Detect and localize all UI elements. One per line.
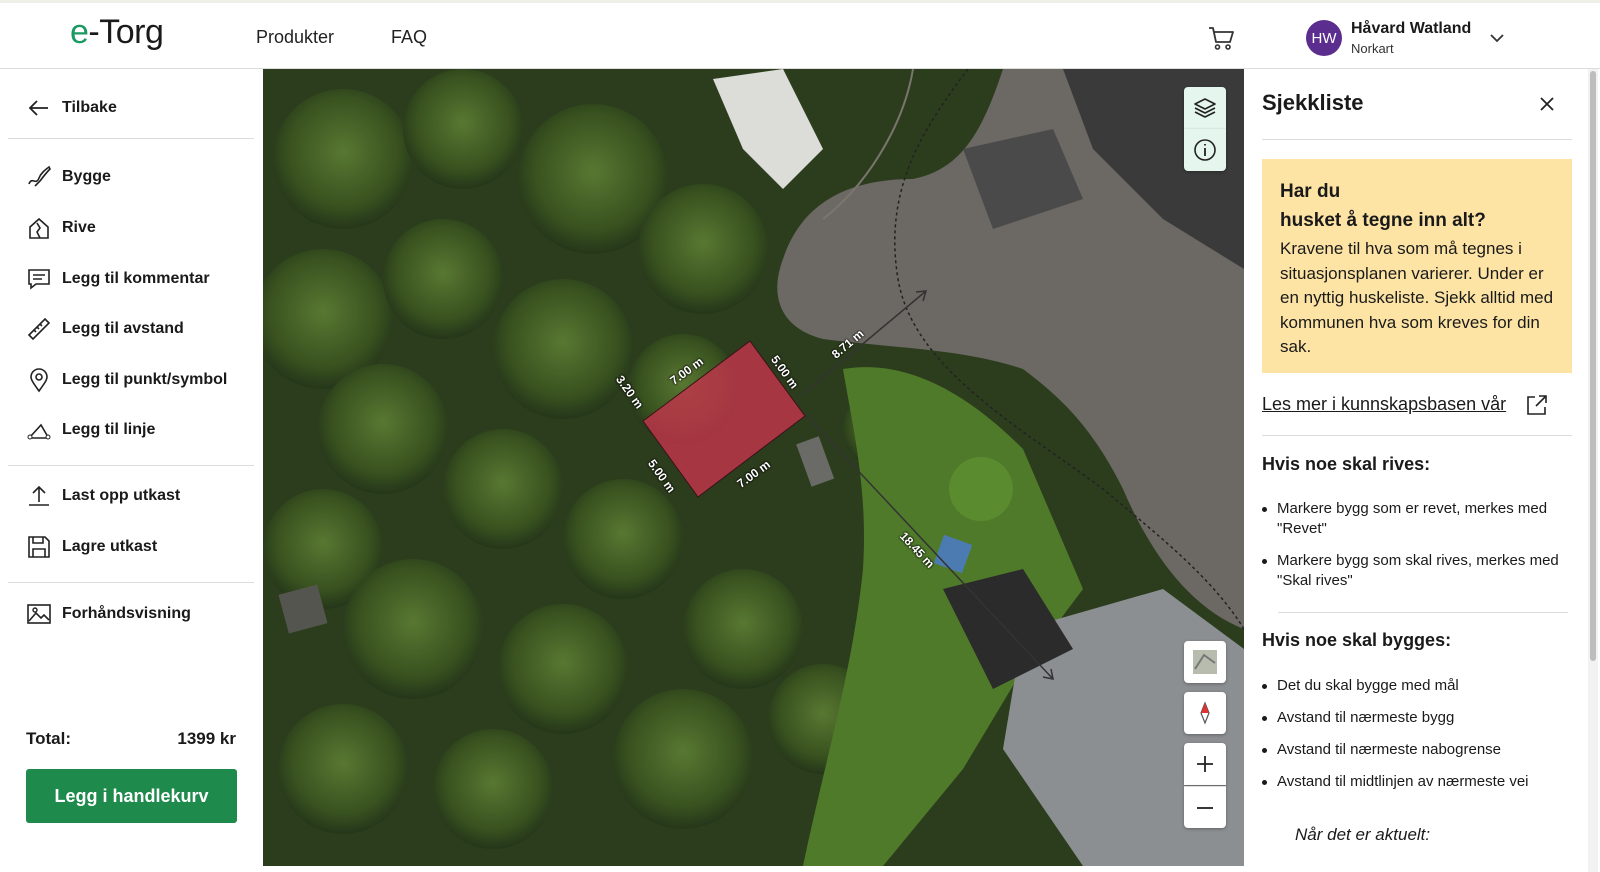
panel-title: Sjekkliste (1262, 90, 1364, 115)
upload-icon (29, 485, 49, 506)
panel-divider (1262, 435, 1572, 436)
tool-linje-label: Legg til linje (62, 421, 156, 438)
compass-button[interactable] (1184, 692, 1226, 734)
zoom-out-icon (1197, 806, 1213, 809)
reminder-box: Har du husket å tegne inn alt? Kravene t… (1262, 159, 1572, 373)
shopping-cart-icon[interactable] (1206, 23, 1236, 53)
tool-linje[interactable]: Legg til linje (26, 415, 155, 445)
logo-text: -Torg (88, 13, 164, 51)
top-header: e-Torg Produkter FAQ HW Håvard Watland N… (0, 0, 1600, 69)
basemap-toggle[interactable] (1184, 641, 1226, 683)
preview-button[interactable]: Forhåndsvisning (26, 599, 191, 629)
comment-icon (28, 269, 50, 290)
tool-avstand-label: Legg til avstand (62, 320, 184, 337)
save-icon (28, 536, 50, 558)
reminder-title-line1: Har du (1280, 181, 1341, 202)
panel-divider (1262, 139, 1572, 140)
when-relevant-heading: Når det er aktuelt: (1295, 825, 1431, 844)
layers-icon (1194, 98, 1216, 118)
basemap-thumbnail (1193, 650, 1217, 674)
list-item: Avstand til nærmeste nabogrense (1262, 740, 1567, 760)
tool-avstand[interactable]: Legg til avstand (26, 314, 184, 344)
info-icon (1194, 139, 1216, 161)
tool-rive[interactable]: Rive (26, 213, 96, 243)
tool-punkt-symbol[interactable]: Legg til punkt/symbol (26, 365, 227, 395)
upload-draft-button[interactable]: Last opp utkast (26, 481, 180, 511)
compass-icon (1200, 701, 1210, 725)
back-button[interactable]: Tilbake (26, 93, 117, 123)
user-name: Håvard Watland (1351, 20, 1472, 37)
sidebar-divider (8, 582, 254, 583)
tool-sidebar: Tilbake Bygge Rive Legg til kommentar Le… (0, 69, 263, 872)
reminder-title-line2: husket å tegne inn alt? (1280, 210, 1486, 231)
nav-faq[interactable]: FAQ (391, 27, 427, 48)
panel-divider (1278, 612, 1568, 613)
avatar[interactable]: HW (1306, 20, 1342, 56)
tool-bygge-label: Bygge (62, 168, 111, 185)
save-draft-label: Lagre utkast (62, 538, 158, 555)
line-icon (27, 423, 51, 440)
tool-kommentar-label: Legg til kommentar (62, 270, 210, 287)
logo-prefix: e (70, 13, 89, 51)
aerial-map[interactable]: 7.00 m 5.00 m 3.20 m 5.00 m 7.00 m 8.71 … (263, 69, 1244, 866)
save-draft-button[interactable]: Lagre utkast (26, 532, 157, 562)
back-label: Tilbake (62, 99, 117, 116)
preview-label: Forhåndsvisning (62, 605, 191, 622)
zoom-in-button[interactable] (1184, 743, 1226, 785)
image-icon (27, 604, 51, 624)
reminder-body: Kravene til hva som må tegnes i situasjo… (1280, 239, 1554, 356)
user-organization: Norkart (1351, 41, 1394, 56)
total-value: 1399 kr (177, 729, 236, 748)
zoom-in-icon (1197, 756, 1213, 772)
panel-scrollbar-thumb[interactable] (1590, 71, 1596, 661)
knowledge-base-link[interactable]: Les mer i kunnskapsbasen vår (1262, 394, 1506, 415)
ruler-icon (27, 317, 51, 341)
layers-button[interactable] (1184, 87, 1226, 129)
nav-produkter[interactable]: Produkter (256, 27, 334, 48)
zoom-out-button[interactable] (1184, 786, 1226, 828)
info-button[interactable] (1184, 129, 1226, 171)
pin-icon (30, 368, 48, 393)
list-item: Avstand til midtlinjen av nærmeste vei (1262, 772, 1567, 792)
tool-punkt-label: Legg til punkt/symbol (62, 371, 228, 388)
external-link-icon[interactable] (1524, 392, 1550, 418)
demolish-section-title: Hvis noe skal rives: (1262, 454, 1431, 474)
chevron-down-icon[interactable] (1488, 29, 1506, 47)
arrow-left-icon (28, 100, 48, 116)
total-label: Total: (26, 729, 72, 748)
add-to-cart-button[interactable]: Legg i handlekurv (26, 769, 237, 823)
sidebar-divider (8, 138, 254, 139)
list-item: Det du skal bygge med mål (1262, 676, 1567, 696)
list-item: Avstand til nærmeste bygg (1262, 708, 1567, 728)
upload-draft-label: Last opp utkast (62, 487, 181, 504)
sidebar-divider (8, 465, 254, 466)
list-item: Markere bygg som skal rives, merkes med … (1262, 551, 1567, 591)
tool-bygge[interactable]: Bygge (26, 162, 111, 192)
checklist-panel: Sjekkliste Har du husket å tegne inn alt… (1244, 69, 1585, 872)
close-icon[interactable] (1536, 93, 1558, 115)
demolish-house-icon (29, 217, 49, 239)
tool-kommentar[interactable]: Legg til kommentar (26, 264, 210, 294)
tool-rive-label: Rive (62, 219, 96, 236)
list-item: Markere bygg som er revet, merkes med "R… (1262, 499, 1567, 539)
etorg-logo[interactable]: e-Torg (70, 13, 164, 52)
build-section-title: Hvis noe skal bygges: (1262, 630, 1452, 650)
draw-icon (28, 165, 51, 187)
